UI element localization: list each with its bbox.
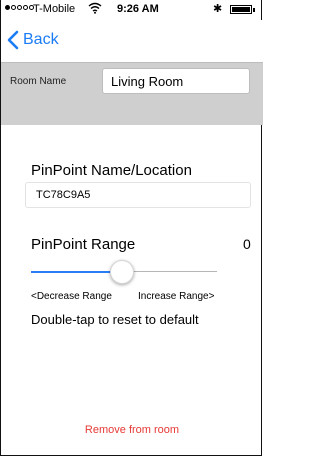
pinpoint-name-label: PinPoint Name/Location: [31, 162, 192, 179]
app-screen: T-Mobile 9:26 AM ✱ Back Room Name Living…: [0, 0, 263, 456]
room-header: Room Name Living Room: [1, 62, 263, 125]
pinpoint-range-value: 0: [243, 236, 251, 252]
battery-icon: [230, 5, 255, 14]
back-button[interactable]: Back: [7, 30, 59, 50]
room-name-input[interactable]: Living Room: [102, 68, 250, 94]
room-name-label: Room Name: [10, 76, 67, 87]
reset-hint: Double-tap to reset to default: [31, 312, 199, 327]
clock: 9:26 AM: [117, 3, 159, 15]
pinpoint-name-input[interactable]: TC78C9A5: [25, 182, 251, 208]
range-slider[interactable]: [31, 260, 217, 284]
back-label: Back: [23, 31, 59, 48]
pinpoint-range-label: PinPoint Range: [31, 236, 136, 253]
navigation-bar: Back: [1, 20, 263, 62]
slider-track-empty: [128, 271, 217, 272]
chevron-left-icon: [7, 30, 19, 50]
wifi-icon: [88, 2, 102, 14]
slider-track-filled: [31, 271, 116, 273]
remove-from-room-button[interactable]: Remove from room: [1, 424, 263, 436]
signal-strength-icon: [5, 5, 34, 10]
bluetooth-icon: ✱: [213, 3, 223, 15]
slider-thumb[interactable]: [110, 260, 134, 284]
status-bar: T-Mobile 9:26 AM ✱: [1, 0, 263, 20]
carrier-name: T-Mobile: [33, 3, 76, 15]
decrease-range-label: <Decrease Range: [31, 291, 112, 302]
increase-range-label: Increase Range>: [138, 291, 215, 302]
